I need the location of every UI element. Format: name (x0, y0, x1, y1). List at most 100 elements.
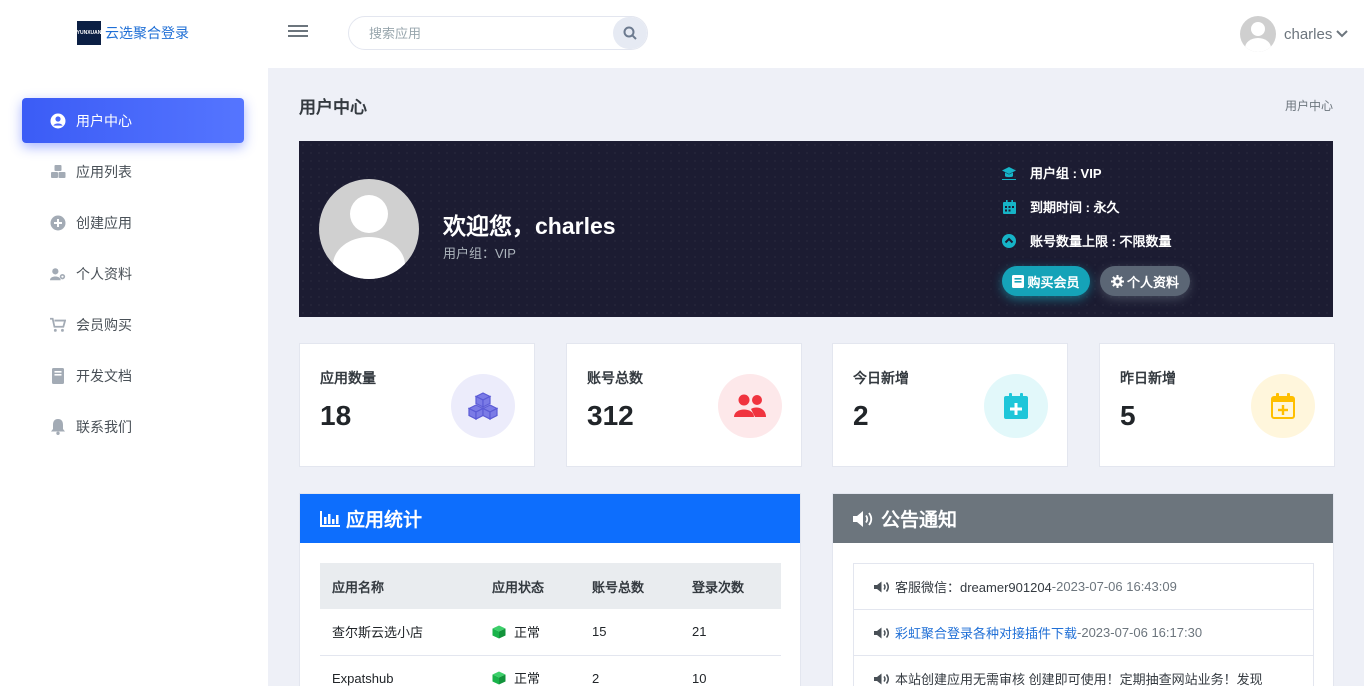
sidebar-item-profile[interactable]: 个人资料 (22, 251, 244, 296)
stat-icon-bg (718, 374, 782, 438)
stat-label: 今日新增 (853, 370, 909, 386)
sidebar: 用户中心 应用列表 创建应用 个人资料 会员购买 开发文档 联系我们 (0, 68, 268, 686)
welcome-banner: 欢迎您，charles 用户组：VIP 用户组 : VIP 到期时间 : 永久 … (299, 141, 1333, 317)
plus-circle-icon (50, 215, 66, 231)
stat-card-yesterday: 昨日新增 5 (1099, 343, 1335, 467)
column-header: 登录次数 (680, 563, 781, 609)
notice-list: 客服微信：dreamer901204 -2023-07-06 16:43:09 … (853, 563, 1314, 686)
chevron-circle-up-icon (1002, 233, 1016, 248)
sidebar-item-label: 联系我们 (76, 418, 132, 435)
panel-title: 应用统计 (346, 510, 423, 531)
panel-header: 应用统计 (300, 494, 800, 543)
calendar-plus-icon (1271, 393, 1295, 419)
volume-icon (853, 510, 875, 527)
app-stats-table: 应用名称 应用状态 账号总数 登录次数 查尔斯云选小店 正常 15 21 Exp… (320, 563, 781, 686)
list-item[interactable]: 本站创建应用无需审核 创建即可使用！定期抽查网站业务！发现 (854, 656, 1313, 686)
stat-label: 昨日新增 (1120, 370, 1176, 386)
volume-icon (874, 581, 891, 593)
stat-value: 5 (1120, 400, 1136, 431)
notice-time: -2023-07-06 16:17:30 (1077, 625, 1203, 640)
table-header-row: 应用名称 应用状态 账号总数 登录次数 (320, 563, 781, 609)
book-icon (50, 367, 66, 384)
stat-value: 312 (587, 400, 634, 431)
notice-link[interactable]: 彩虹聚合登录各种对接插件下载 (895, 623, 1077, 642)
column-header: 应用名称 (320, 563, 480, 609)
sidebar-item-user-center[interactable]: 用户中心 (22, 98, 244, 143)
stat-icon-bg (1251, 374, 1315, 438)
account-count: 2 (580, 655, 680, 686)
column-header: 账号总数 (580, 563, 680, 609)
volume-icon (874, 673, 891, 685)
menu-toggle-icon[interactable] (288, 22, 308, 42)
panel-header: 公告通知 (833, 494, 1333, 543)
volume-icon (874, 627, 891, 639)
graduation-cap-icon (1002, 166, 1016, 180)
logo-text: 云选聚合登录 (105, 25, 189, 41)
sidebar-item-buy-vip[interactable]: 会员购买 (22, 302, 244, 347)
logo[interactable]: YUNXUAN 云选聚合登录 (77, 21, 189, 45)
breadcrumb[interactable]: 用户中心 (1285, 97, 1333, 114)
info-account-limit: 账号数量上限 : 不限数量 (1002, 231, 1172, 250)
avatar (1240, 16, 1276, 52)
calendar-plus-icon (1004, 393, 1028, 419)
cubes-icon (468, 392, 498, 420)
user-name: charles (1284, 25, 1333, 43)
app-name: Expatshub (320, 655, 480, 686)
stat-card-accounts: 账号总数 312 (566, 343, 802, 467)
sidebar-item-label: 个人资料 (76, 265, 132, 282)
bell-icon (50, 418, 66, 435)
app-status: 正常 (480, 655, 580, 686)
cubes-icon (50, 164, 66, 180)
stat-value: 18 (320, 400, 352, 431)
info-user-group: 用户组 : VIP (1002, 163, 1102, 182)
user-circle-icon (50, 113, 66, 129)
sidebar-item-label: 开发文档 (76, 367, 132, 384)
buy-vip-button[interactable]: 购买会员 (1002, 266, 1090, 296)
app-stats-panel: 应用统计 应用名称 应用状态 账号总数 登录次数 查尔斯云选小店 正常 15 2… (299, 493, 801, 686)
search-box (348, 16, 648, 50)
panel-title: 公告通知 (881, 510, 958, 531)
table-row[interactable]: Expatshub 正常 2 10 (320, 655, 781, 686)
cube-icon (492, 671, 506, 685)
notice-text: 客服微信：dreamer901204 (895, 580, 1052, 595)
stat-card-apps: 应用数量 18 (299, 343, 535, 467)
user-menu[interactable]: charles (1240, 16, 1349, 52)
notice-panel: 公告通知 客服微信：dreamer901204 -2023-07-06 16:4… (832, 493, 1334, 686)
notice-text: 本站创建应用无需审核 创建即可使用！定期抽查网站业务！发现 (895, 672, 1263, 686)
gear-icon (1110, 274, 1124, 288)
avatar (319, 179, 419, 279)
user-group-text: 用户组：VIP (443, 246, 516, 261)
login-count: 10 (680, 655, 781, 686)
stat-icon-bg (451, 374, 515, 438)
sidebar-item-contact[interactable]: 联系我们 (22, 404, 244, 449)
bar-chart-icon (320, 510, 340, 527)
app-name: 查尔斯云选小店 (320, 609, 480, 656)
sidebar-item-app-list[interactable]: 应用列表 (22, 149, 244, 194)
users-icon (734, 394, 766, 417)
stat-icon-bg (984, 374, 1048, 438)
search-button[interactable] (613, 17, 647, 49)
book-icon (1012, 274, 1025, 288)
stat-label: 应用数量 (320, 370, 376, 386)
welcome-text: 欢迎您，charles (443, 213, 616, 239)
logo-mark: YUNXUAN (77, 21, 101, 45)
sidebar-item-docs[interactable]: 开发文档 (22, 353, 244, 398)
top-header: YUNXUAN 云选聚合登录 charles (0, 0, 1364, 68)
stat-value: 2 (853, 400, 869, 431)
account-count: 15 (580, 609, 680, 656)
info-label: 账号数量上限 : 不限数量 (1030, 234, 1172, 249)
cart-icon (50, 317, 66, 333)
list-item[interactable]: 彩虹聚合登录各种对接插件下载 -2023-07-06 16:17:30 (854, 610, 1313, 656)
stat-card-today: 今日新增 2 (832, 343, 1068, 467)
sidebar-item-create-app[interactable]: 创建应用 (22, 200, 244, 245)
sidebar-item-label: 会员购买 (76, 316, 132, 333)
search-input[interactable] (349, 17, 615, 49)
table-row[interactable]: 查尔斯云选小店 正常 15 21 (320, 609, 781, 656)
sidebar-item-label: 创建应用 (76, 214, 132, 231)
notice-time: -2023-07-06 16:43:09 (1051, 579, 1177, 594)
chevron-down-icon (1336, 30, 1349, 38)
page-title: 用户中心 (299, 98, 367, 117)
list-item[interactable]: 客服微信：dreamer901204 -2023-07-06 16:43:09 (854, 564, 1313, 610)
profile-button[interactable]: 个人资料 (1100, 266, 1190, 296)
stat-label: 账号总数 (587, 370, 643, 386)
